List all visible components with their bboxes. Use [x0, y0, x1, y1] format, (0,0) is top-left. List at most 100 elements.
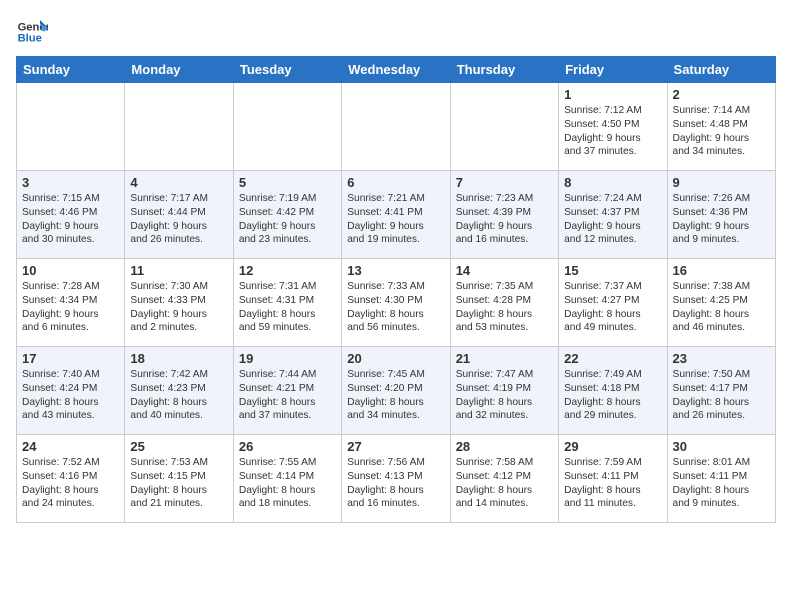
- calendar-cell: 20 Sunrise: 7:45 AMSunset: 4:20 PMDayligh…: [342, 347, 450, 435]
- calendar-cell: [125, 83, 233, 171]
- svg-text:Blue: Blue: [18, 33, 42, 45]
- cell-info: Sunrise: 7:21 AMSunset: 4:41 PMDaylight:…: [347, 192, 444, 247]
- day-number: 13: [347, 263, 444, 278]
- day-header-tuesday: Tuesday: [233, 57, 341, 83]
- cell-info: Sunrise: 7:26 AMSunset: 4:36 PMDaylight:…: [673, 192, 770, 247]
- day-number: 30: [673, 439, 770, 454]
- calendar-week-row: 10 Sunrise: 7:28 AMSunset: 4:34 PMDayligh…: [17, 259, 776, 347]
- calendar-cell: 30 Sunrise: 8:01 AMSunset: 4:11 PMDayligh…: [667, 435, 775, 523]
- day-header-sunday: Sunday: [17, 57, 125, 83]
- cell-info: Sunrise: 7:31 AMSunset: 4:31 PMDaylight:…: [239, 280, 336, 335]
- calendar-cell: 6 Sunrise: 7:21 AMSunset: 4:41 PMDaylight…: [342, 171, 450, 259]
- cell-info: Sunrise: 7:47 AMSunset: 4:19 PMDaylight:…: [456, 368, 553, 423]
- calendar-cell: 22 Sunrise: 7:49 AMSunset: 4:18 PMDayligh…: [559, 347, 667, 435]
- day-header-monday: Monday: [125, 57, 233, 83]
- calendar-cell: 23 Sunrise: 7:50 AMSunset: 4:17 PMDayligh…: [667, 347, 775, 435]
- calendar-cell: 18 Sunrise: 7:42 AMSunset: 4:23 PMDayligh…: [125, 347, 233, 435]
- cell-info: Sunrise: 7:12 AMSunset: 4:50 PMDaylight:…: [564, 104, 661, 159]
- cell-info: Sunrise: 7:23 AMSunset: 4:39 PMDaylight:…: [456, 192, 553, 247]
- cell-info: Sunrise: 7:33 AMSunset: 4:30 PMDaylight:…: [347, 280, 444, 335]
- day-number: 4: [130, 175, 227, 190]
- cell-info: Sunrise: 7:50 AMSunset: 4:17 PMDaylight:…: [673, 368, 770, 423]
- cell-info: Sunrise: 7:17 AMSunset: 4:44 PMDaylight:…: [130, 192, 227, 247]
- day-number: 28: [456, 439, 553, 454]
- page-header: General Blue: [16, 16, 776, 48]
- calendar-cell: 8 Sunrise: 7:24 AMSunset: 4:37 PMDaylight…: [559, 171, 667, 259]
- calendar-cell: 16Sunrise: 7:38 AMSunset: 4:25 PMDayligh…: [667, 259, 775, 347]
- day-number: 26: [239, 439, 336, 454]
- day-number: 18: [130, 351, 227, 366]
- calendar-cell: 11 Sunrise: 7:30 AMSunset: 4:33 PMDayligh…: [125, 259, 233, 347]
- calendar-cell: 4 Sunrise: 7:17 AMSunset: 4:44 PMDaylight…: [125, 171, 233, 259]
- day-number: 1: [564, 87, 661, 102]
- calendar-cell: [233, 83, 341, 171]
- cell-info: Sunrise: 8:01 AMSunset: 4:11 PMDaylight:…: [673, 456, 770, 511]
- calendar-week-row: 24 Sunrise: 7:52 AMSunset: 4:16 PMDayligh…: [17, 435, 776, 523]
- calendar-cell: 19 Sunrise: 7:44 AMSunset: 4:21 PMDayligh…: [233, 347, 341, 435]
- calendar-cell: [450, 83, 558, 171]
- day-number: 24: [22, 439, 119, 454]
- calendar-cell: [17, 83, 125, 171]
- day-number: 15: [564, 263, 661, 278]
- day-number: 12: [239, 263, 336, 278]
- day-number: 16: [673, 263, 770, 278]
- calendar-cell: 10 Sunrise: 7:28 AMSunset: 4:34 PMDayligh…: [17, 259, 125, 347]
- calendar-week-row: 17 Sunrise: 7:40 AMSunset: 4:24 PMDayligh…: [17, 347, 776, 435]
- cell-info: Sunrise: 7:30 AMSunset: 4:33 PMDaylight:…: [130, 280, 227, 335]
- cell-info: Sunrise: 7:42 AMSunset: 4:23 PMDaylight:…: [130, 368, 227, 423]
- cell-info: Sunrise: 7:28 AMSunset: 4:34 PMDaylight:…: [22, 280, 119, 335]
- day-number: 25: [130, 439, 227, 454]
- day-number: 14: [456, 263, 553, 278]
- calendar-cell: 24 Sunrise: 7:52 AMSunset: 4:16 PMDayligh…: [17, 435, 125, 523]
- day-number: 29: [564, 439, 661, 454]
- calendar-week-row: 3 Sunrise: 7:15 AMSunset: 4:46 PMDaylight…: [17, 171, 776, 259]
- cell-info: Sunrise: 7:15 AMSunset: 4:46 PMDaylight:…: [22, 192, 119, 247]
- day-number: 17: [22, 351, 119, 366]
- cell-info: Sunrise: 7:53 AMSunset: 4:15 PMDaylight:…: [130, 456, 227, 511]
- calendar-cell: 3 Sunrise: 7:15 AMSunset: 4:46 PMDaylight…: [17, 171, 125, 259]
- calendar-cell: 26 Sunrise: 7:55 AMSunset: 4:14 PMDayligh…: [233, 435, 341, 523]
- day-number: 19: [239, 351, 336, 366]
- calendar-cell: 1 Sunrise: 7:12 AMSunset: 4:50 PMDaylight…: [559, 83, 667, 171]
- day-number: 3: [22, 175, 119, 190]
- day-number: 23: [673, 351, 770, 366]
- cell-info: Sunrise: 7:35 AMSunset: 4:28 PMDaylight:…: [456, 280, 553, 335]
- day-number: 7: [456, 175, 553, 190]
- cell-info: Sunrise: 7:58 AMSunset: 4:12 PMDaylight:…: [456, 456, 553, 511]
- calendar-cell: 13 Sunrise: 7:33 AMSunset: 4:30 PMDayligh…: [342, 259, 450, 347]
- day-header-friday: Friday: [559, 57, 667, 83]
- day-number: 6: [347, 175, 444, 190]
- calendar-cell: 9 Sunrise: 7:26 AMSunset: 4:36 PMDaylight…: [667, 171, 775, 259]
- calendar-cell: 27 Sunrise: 7:56 AMSunset: 4:13 PMDayligh…: [342, 435, 450, 523]
- cell-info: Sunrise: 7:24 AMSunset: 4:37 PMDaylight:…: [564, 192, 661, 247]
- cell-info: Sunrise: 7:40 AMSunset: 4:24 PMDaylight:…: [22, 368, 119, 423]
- calendar-cell: 2 Sunrise: 7:14 AMSunset: 4:48 PMDaylight…: [667, 83, 775, 171]
- day-number: 2: [673, 87, 770, 102]
- cell-info: Sunrise: 7:52 AMSunset: 4:16 PMDaylight:…: [22, 456, 119, 511]
- day-number: 27: [347, 439, 444, 454]
- day-number: 8: [564, 175, 661, 190]
- day-header-wednesday: Wednesday: [342, 57, 450, 83]
- cell-info: Sunrise: 7:55 AMSunset: 4:14 PMDaylight:…: [239, 456, 336, 511]
- cell-info: Sunrise: 7:44 AMSunset: 4:21 PMDaylight:…: [239, 368, 336, 423]
- day-number: 11: [130, 263, 227, 278]
- cell-info: Sunrise: 7:37 AMSunset: 4:27 PMDaylight:…: [564, 280, 661, 335]
- cell-info: Sunrise: 7:19 AMSunset: 4:42 PMDaylight:…: [239, 192, 336, 247]
- logo: General Blue: [16, 16, 52, 48]
- calendar-cell: 17 Sunrise: 7:40 AMSunset: 4:24 PMDayligh…: [17, 347, 125, 435]
- calendar-cell: 25 Sunrise: 7:53 AMSunset: 4:15 PMDayligh…: [125, 435, 233, 523]
- cell-info: Sunrise: 7:14 AMSunset: 4:48 PMDaylight:…: [673, 104, 770, 159]
- day-number: 20: [347, 351, 444, 366]
- cell-info: Sunrise: 7:56 AMSunset: 4:13 PMDaylight:…: [347, 456, 444, 511]
- calendar-table: SundayMondayTuesdayWednesdayThursdayFrid…: [16, 56, 776, 523]
- calendar-week-row: 1 Sunrise: 7:12 AMSunset: 4:50 PMDaylight…: [17, 83, 776, 171]
- day-number: 10: [22, 263, 119, 278]
- calendar-header-row: SundayMondayTuesdayWednesdayThursdayFrid…: [17, 57, 776, 83]
- calendar-cell: 29Sunrise: 7:59 AMSunset: 4:11 PMDayligh…: [559, 435, 667, 523]
- cell-info: Sunrise: 7:49 AMSunset: 4:18 PMDaylight:…: [564, 368, 661, 423]
- day-number: 5: [239, 175, 336, 190]
- day-number: 9: [673, 175, 770, 190]
- cell-info: Sunrise: 7:45 AMSunset: 4:20 PMDaylight:…: [347, 368, 444, 423]
- day-number: 22: [564, 351, 661, 366]
- day-number: 21: [456, 351, 553, 366]
